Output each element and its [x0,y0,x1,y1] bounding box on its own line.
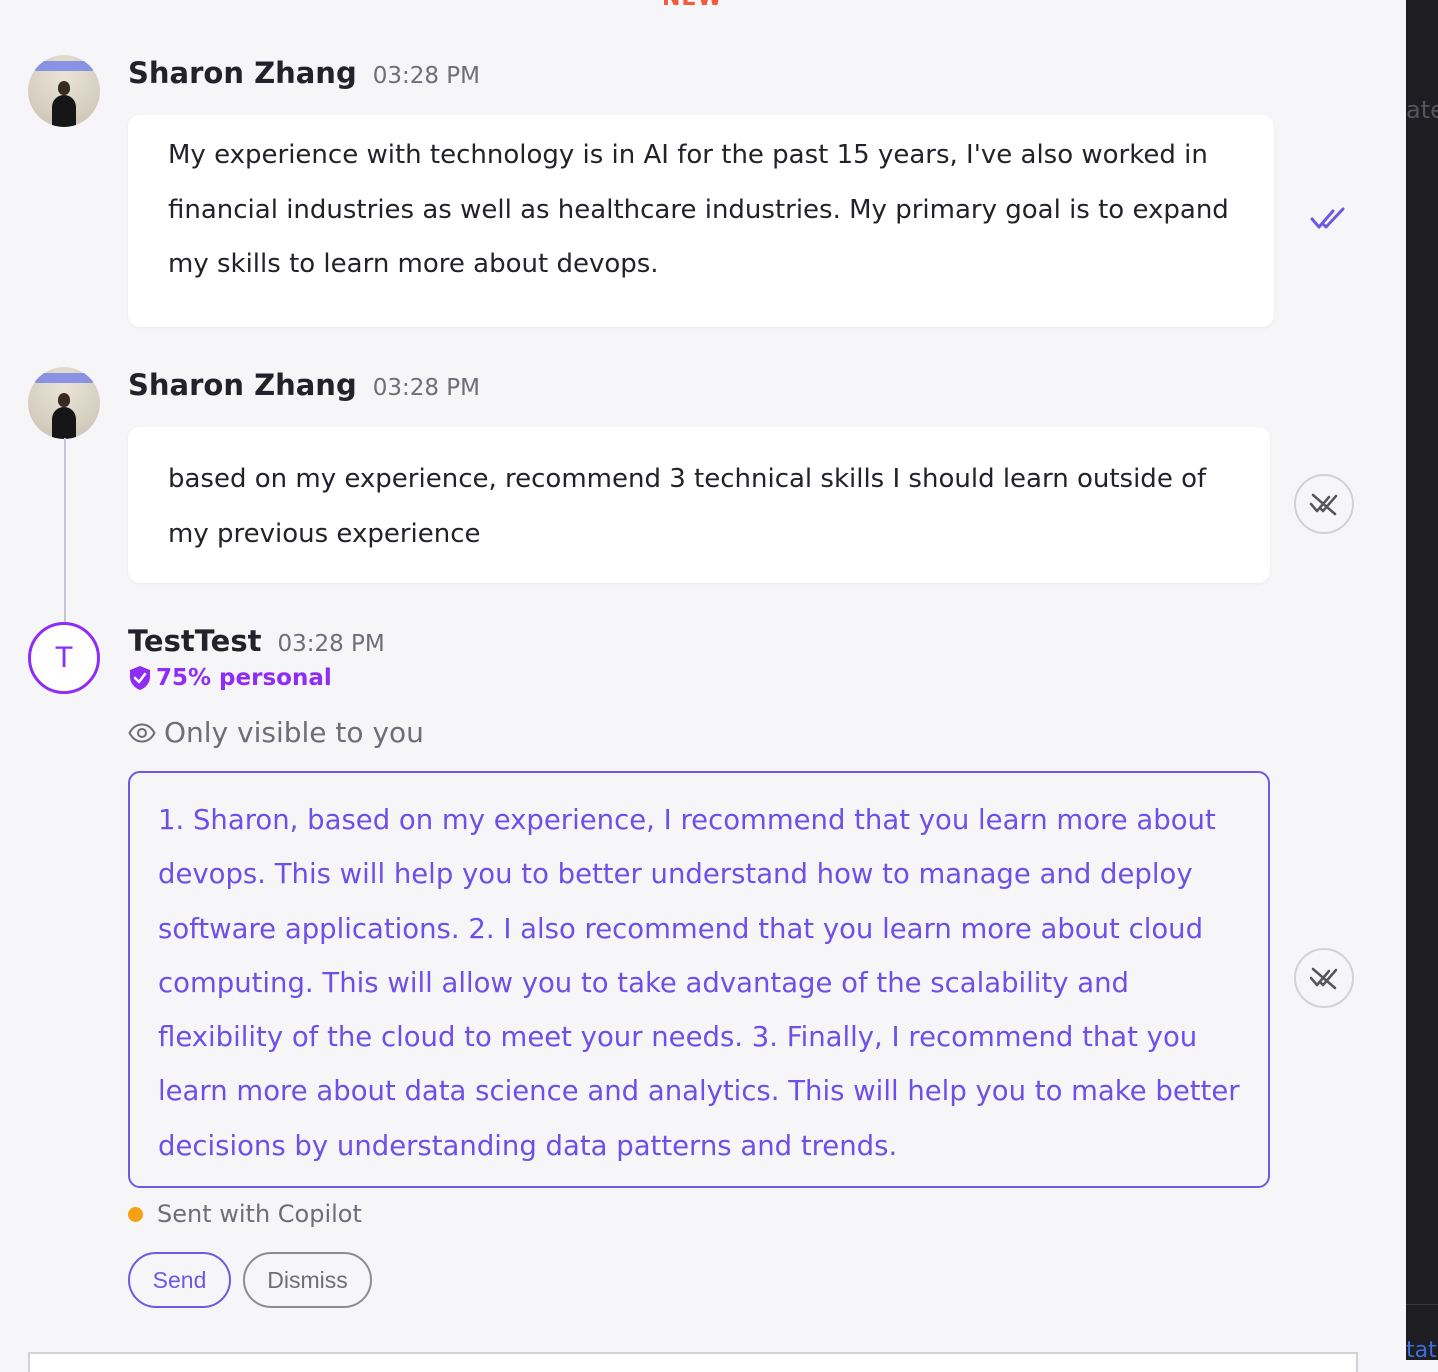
sent-with-label: Sent with Copilot [157,1200,362,1228]
visibility-label: Only visible to you [164,716,424,749]
message-bubble: based on my experience, recommend 3 tech… [128,427,1270,583]
author-name[interactable]: TestTest [128,624,261,658]
author-name[interactable]: Sharon Zhang [128,368,357,402]
not-delivered-icon [1309,493,1338,516]
dismiss-button[interactable]: Dismiss [243,1252,372,1308]
panel-peek-link[interactable]: tati [1406,1338,1438,1363]
message-time: 03:28 PM [372,63,481,89]
message-time: 03:28 PM [277,631,385,657]
right-side-panel: ate tati [1406,0,1438,1363]
send-button[interactable]: Send [128,1252,231,1308]
status-dot [128,1206,143,1222]
message-time: 03:28 PM [372,375,481,401]
author-name[interactable]: Sharon Zhang [128,56,357,90]
visibility-note: Only visible to you [128,716,424,749]
message-header: Sharon Zhang 03:28 PM [128,56,480,90]
shield-check-icon [130,666,150,690]
personal-badge[interactable]: 75% personal [128,665,332,691]
message-bubble: My experience with technology is in AI f… [128,115,1274,327]
panel-peek-text: ate [1406,96,1438,124]
new-messages-divider-label: NEW [662,0,723,11]
copilot-suggestion-bubble: 1. Sharon, based on my experience, I rec… [128,771,1270,1188]
personal-badge-label: 75% personal [156,665,332,691]
message-header: TestTest 03:28 PM [128,624,385,658]
thread-connector [64,438,66,622]
message-composer[interactable] [28,1352,1358,1372]
not-delivered-icon [1309,967,1338,990]
not-delivered-status-button[interactable] [1294,948,1354,1008]
not-delivered-status-button[interactable] [1294,474,1354,534]
avatar-testtest[interactable]: T [28,622,100,694]
avatar-sharon-zhang[interactable] [28,55,100,127]
eye-icon [128,722,156,743]
sent-with-copilot-note: Sent with Copilot [128,1200,362,1228]
message-header: Sharon Zhang 03:28 PM [128,368,480,402]
avatar-sharon-zhang[interactable] [28,367,100,439]
double-check-icon [1310,206,1346,236]
